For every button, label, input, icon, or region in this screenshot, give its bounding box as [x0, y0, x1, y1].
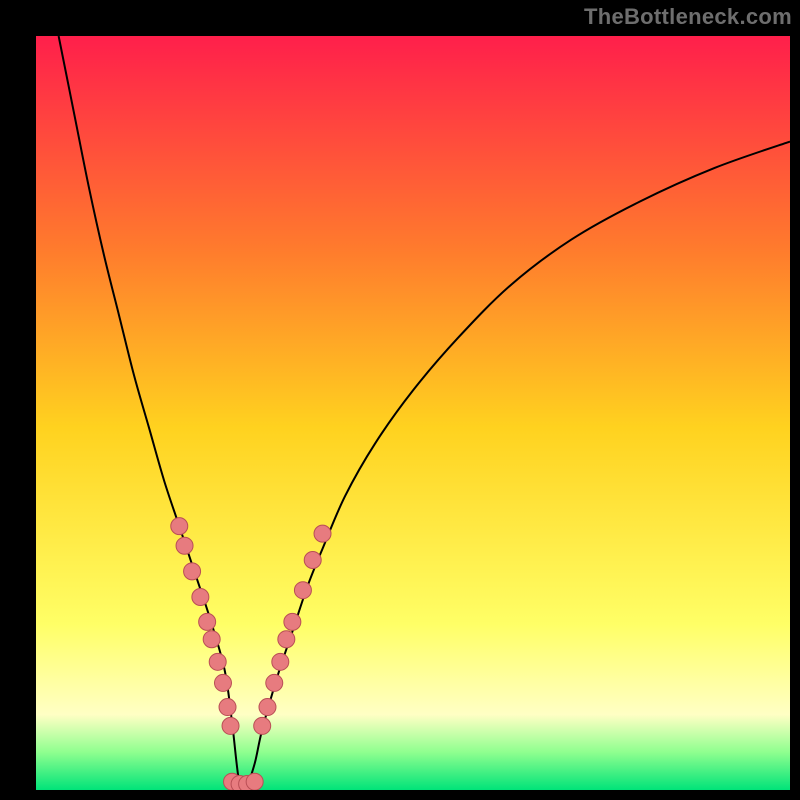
data-dot — [209, 653, 226, 670]
data-dot — [272, 653, 289, 670]
data-dot — [222, 717, 239, 734]
data-dot — [284, 613, 301, 630]
data-dot — [259, 699, 276, 716]
data-dot — [214, 674, 231, 691]
data-dot — [304, 552, 321, 569]
bottleneck-chart — [36, 36, 790, 790]
data-dot — [176, 537, 193, 554]
data-dot — [171, 518, 188, 535]
data-dot — [246, 773, 263, 790]
data-dot — [294, 582, 311, 599]
data-dot — [254, 717, 271, 734]
data-dot — [184, 563, 201, 580]
watermark-label: TheBottleneck.com — [584, 4, 792, 30]
data-dot — [192, 588, 209, 605]
plot-area — [36, 36, 790, 790]
data-dot — [219, 699, 236, 716]
data-dot — [199, 613, 216, 630]
data-dot — [314, 525, 331, 542]
data-dot — [266, 674, 283, 691]
chart-frame: TheBottleneck.com — [0, 0, 800, 800]
gradient-background — [36, 36, 790, 790]
data-dot — [203, 631, 220, 648]
data-dot — [278, 631, 295, 648]
